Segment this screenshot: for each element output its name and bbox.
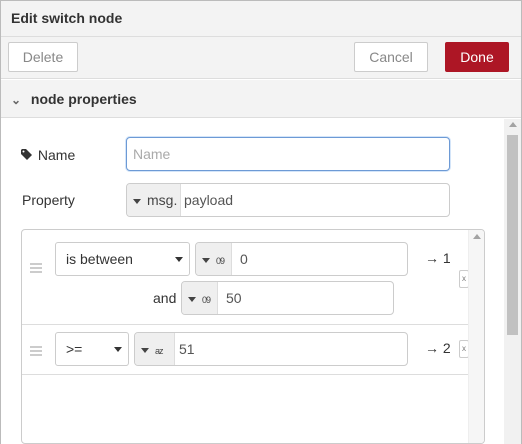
rules-list: is between 09 0 → 1 x and 09 50 >= az 51… <box>21 229 485 444</box>
rule-value2: 50 <box>226 290 242 306</box>
rule-value-input[interactable]: 09 0 <box>195 242 408 276</box>
string-type-selector[interactable]: az <box>135 333 175 365</box>
name-label: Name <box>37 147 76 163</box>
scroll-up-icon <box>473 234 481 239</box>
edit-dialog: Edit switch node Delete Cancel Done ⌄ no… <box>0 0 522 444</box>
scroll-up-icon <box>509 122 517 127</box>
drag-handle-icon[interactable] <box>30 263 42 273</box>
scrollbar-thumb[interactable] <box>507 135 518 335</box>
property-type-selector[interactable]: msg. <box>127 184 181 216</box>
drag-handle-icon[interactable] <box>30 346 42 356</box>
name-label-group: Name <box>21 147 75 163</box>
section-node-properties[interactable]: ⌄ node properties <box>1 80 521 118</box>
number-type-icon: 09 <box>216 256 225 266</box>
dropdown-arrow-icon <box>175 257 183 262</box>
tag-icon <box>21 149 32 160</box>
done-button[interactable]: Done <box>445 42 509 72</box>
number-type-selector[interactable]: 09 <box>182 282 218 314</box>
and-label: and <box>153 290 177 306</box>
name-input[interactable]: Name <box>126 137 450 171</box>
property-value: payload <box>184 192 234 208</box>
dialog-title: Edit switch node <box>1 1 521 37</box>
dropdown-arrow-icon <box>114 347 122 352</box>
properties-panel: Name Name Property msg. payload is betwe… <box>1 119 504 444</box>
property-label: Property <box>22 192 75 208</box>
rule-operator-select[interactable]: >= <box>55 332 129 366</box>
number-type-icon: 09 <box>202 295 211 305</box>
rule-value: 0 <box>240 251 248 267</box>
rule-value2-input[interactable]: 09 50 <box>181 281 394 315</box>
caret-down-icon <box>141 347 149 353</box>
number-type-selector[interactable]: 09 <box>196 243 232 275</box>
property-typed-input[interactable]: msg. payload <box>126 183 450 217</box>
dialog-toolbar: Delete Cancel Done <box>1 37 521 79</box>
name-placeholder: Name <box>133 146 171 162</box>
panel-scrollbar[interactable] <box>504 119 521 444</box>
delete-button[interactable]: Delete <box>8 42 78 72</box>
rule-operator-value: >= <box>66 341 83 357</box>
rule-row: is between 09 0 → 1 x and 09 50 <box>22 230 469 325</box>
rule-row: >= az 51 → 2 x <box>22 325 469 375</box>
caret-down-icon <box>133 198 141 204</box>
string-type-icon: az <box>155 346 163 356</box>
caret-down-icon <box>202 257 210 263</box>
rule-operator-value: is between <box>66 251 133 267</box>
section-title: node properties <box>30 91 137 107</box>
caret-down-icon <box>188 296 196 302</box>
rules-scrollbar[interactable] <box>468 230 484 443</box>
cancel-button[interactable]: Cancel <box>354 42 428 72</box>
rule-operator-select[interactable]: is between <box>55 242 190 276</box>
chevron-down-icon: ⌄ <box>11 93 22 107</box>
rule-value: 51 <box>179 341 195 357</box>
rule-value-input[interactable]: az 51 <box>134 332 408 366</box>
rule-output-label: → 1 <box>425 250 451 266</box>
rule-output-label: → 2 <box>425 340 451 356</box>
property-type: msg. <box>147 192 178 208</box>
